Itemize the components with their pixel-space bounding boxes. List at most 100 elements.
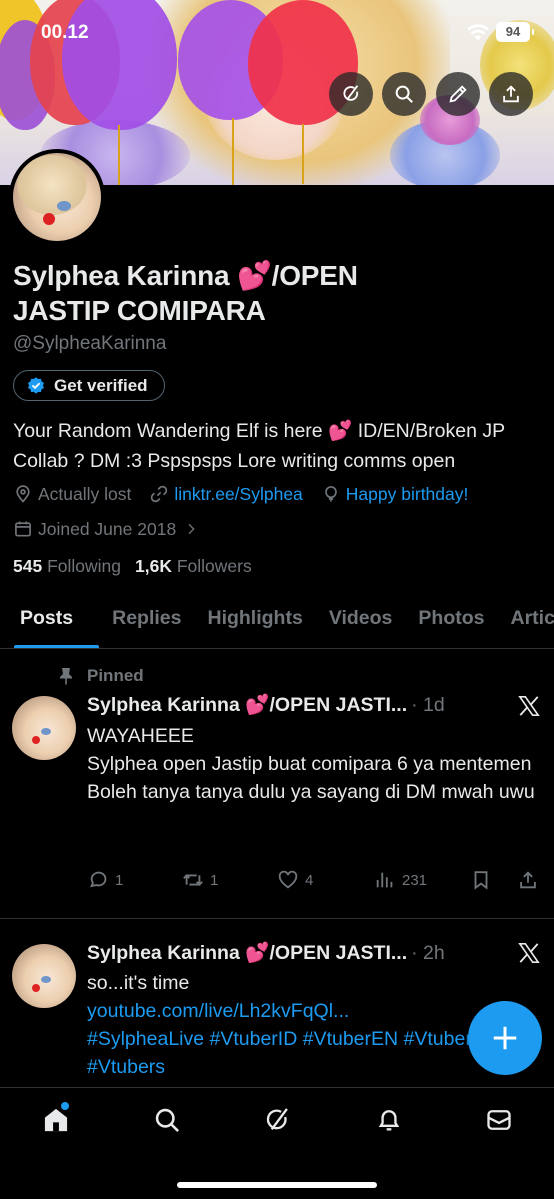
- avatar-art: [17, 155, 87, 215]
- post-divider: [0, 918, 554, 919]
- balloon-string: [232, 118, 234, 185]
- search-button[interactable]: [382, 72, 426, 116]
- joined-row[interactable]: Joined June 2018: [13, 516, 217, 542]
- like-count: 4: [305, 871, 314, 889]
- reply-count: 1: [115, 871, 124, 889]
- notification-dot: [61, 1102, 69, 1110]
- profile-avatar[interactable]: [9, 149, 105, 245]
- tab-videos[interactable]: Videos: [316, 590, 406, 648]
- profile-bio: Your Random Wandering Elf is here 💕 ID/E…: [13, 420, 505, 472]
- share-icon: [503, 85, 519, 103]
- avatar-art: [43, 213, 55, 225]
- reply-button[interactable]: 1: [87, 869, 123, 891]
- birthday-text[interactable]: Happy birthday!: [346, 484, 469, 505]
- avatar-art: [32, 984, 40, 992]
- home-indicator[interactable]: [177, 1182, 377, 1188]
- share-button[interactable]: [489, 72, 533, 116]
- x-logo-icon[interactable]: [518, 695, 540, 717]
- post-text-line: Sylphea open Jastip buat comipara 6 ya m…: [87, 753, 532, 775]
- get-verified-button[interactable]: Get verified: [13, 370, 165, 401]
- search-icon: [155, 1108, 179, 1132]
- edit-button[interactable]: [436, 72, 480, 116]
- nav-search[interactable]: [152, 1105, 182, 1135]
- post-time: · 2h: [411, 941, 445, 964]
- nav-grok[interactable]: [262, 1105, 292, 1135]
- pin-icon: [60, 668, 72, 685]
- location-item: Actually lost: [13, 484, 131, 505]
- balloon-string: [302, 124, 304, 184]
- reply-icon: [90, 871, 107, 888]
- nav-home[interactable]: [41, 1102, 71, 1135]
- share-icon: [520, 871, 536, 889]
- bookmark-button[interactable]: [470, 869, 492, 891]
- search-icon: [395, 85, 413, 103]
- avatar-art: [57, 201, 71, 211]
- post-item[interactable]: Pinned Sylphea Karinna 💕/OPEN JASTI... ·…: [0, 666, 554, 918]
- following-link[interactable]: 545 Following: [13, 556, 121, 577]
- avatar-art: [41, 728, 51, 735]
- grok-button[interactable]: [329, 72, 373, 116]
- pinned-indicator: Pinned: [58, 666, 144, 686]
- verified-badge-icon: [28, 376, 44, 394]
- status-time: 00.12: [41, 22, 89, 43]
- x-logo-icon[interactable]: [518, 942, 540, 964]
- profile-tabs: Posts Replies Highlights Videos Photos A…: [0, 590, 554, 649]
- bookmark-icon: [474, 871, 488, 890]
- post-author-name[interactable]: Sylphea Karinna 💕/OPEN JASTI...: [87, 941, 407, 965]
- post-text-line: WAYAHEEE: [87, 725, 194, 747]
- share-post-button[interactable]: [517, 869, 539, 891]
- views-count: 231: [402, 871, 428, 889]
- post-avatar[interactable]: [12, 696, 76, 760]
- followers-link[interactable]: 1,6K Followers: [135, 556, 252, 577]
- profile-meta-row: Actually lost linktr.ee/Sylphea Happy bi…: [13, 481, 486, 507]
- joined-text: Joined June 2018: [38, 518, 177, 539]
- views-button[interactable]: 231: [374, 869, 427, 891]
- heart-icon: [278, 870, 298, 889]
- nav-notifications[interactable]: [374, 1105, 404, 1135]
- avatar-art: [41, 976, 51, 983]
- tab-posts[interactable]: Posts: [0, 590, 100, 648]
- like-button[interactable]: 4: [277, 869, 313, 891]
- grok-icon: [343, 85, 359, 101]
- tab-highlights[interactable]: Highlights: [194, 590, 315, 648]
- plus-icon: [493, 1026, 517, 1050]
- follow-stats: 545 Following 1,6K Followers: [13, 556, 252, 577]
- compose-post-button[interactable]: [468, 1001, 542, 1075]
- location-pin-icon: [16, 485, 30, 503]
- calendar-icon: [15, 521, 31, 537]
- grok-icon: [266, 1108, 288, 1131]
- tab-photos[interactable]: Photos: [405, 590, 497, 648]
- profile-display-name: Sylphea Karinna 💕/OPEN JASTIP COMIPARA: [13, 260, 358, 326]
- status-bar: 00.12 94: [0, 0, 554, 62]
- website-link[interactable]: linktr.ee/Sylphea: [149, 484, 303, 505]
- tab-articles[interactable]: Articles: [498, 590, 554, 648]
- repost-count: 1: [210, 871, 219, 889]
- website-link-text[interactable]: linktr.ee/Sylphea: [174, 484, 302, 505]
- home-icon: [44, 1108, 68, 1132]
- post-text: WAYAHEEE Sylphea open Jastip buat comipa…: [87, 722, 537, 806]
- wifi-icon: [467, 24, 489, 41]
- mail-icon: [487, 1110, 511, 1130]
- balloon-string: [118, 125, 120, 185]
- repost-button[interactable]: 1: [182, 869, 218, 891]
- post-text-line: Boleh tanya tanya dulu ya sayang di DM m…: [87, 781, 535, 803]
- location-text: Actually lost: [38, 483, 132, 504]
- post-avatar[interactable]: [12, 944, 76, 1008]
- following-count: 545: [13, 556, 43, 576]
- post-header: Sylphea Karinna 💕/OPEN JASTI... · 2h: [87, 941, 445, 965]
- chevron-right-icon: [188, 523, 195, 535]
- tab-replies[interactable]: Replies: [99, 590, 194, 648]
- avatar-art: [32, 736, 40, 744]
- edit-pencil-icon: [449, 85, 467, 103]
- post-text-line: so...it's time: [87, 972, 190, 994]
- profile-handle: @SylpheaKarinna: [13, 333, 167, 354]
- post-item[interactable]: Sylphea Karinna 💕/OPEN JASTI... · 2h so.…: [0, 930, 554, 1088]
- birthday-item[interactable]: Happy birthday!: [321, 484, 469, 505]
- joined-item: Joined June 2018: [13, 519, 199, 540]
- link-icon: [151, 485, 168, 503]
- post-time: · 1d: [411, 693, 445, 716]
- post-actions: 1 1 4 231: [87, 869, 543, 895]
- nav-messages[interactable]: [484, 1105, 514, 1135]
- views-chart-icon: [376, 872, 393, 888]
- post-author-name[interactable]: Sylphea Karinna 💕/OPEN JASTI...: [87, 693, 407, 717]
